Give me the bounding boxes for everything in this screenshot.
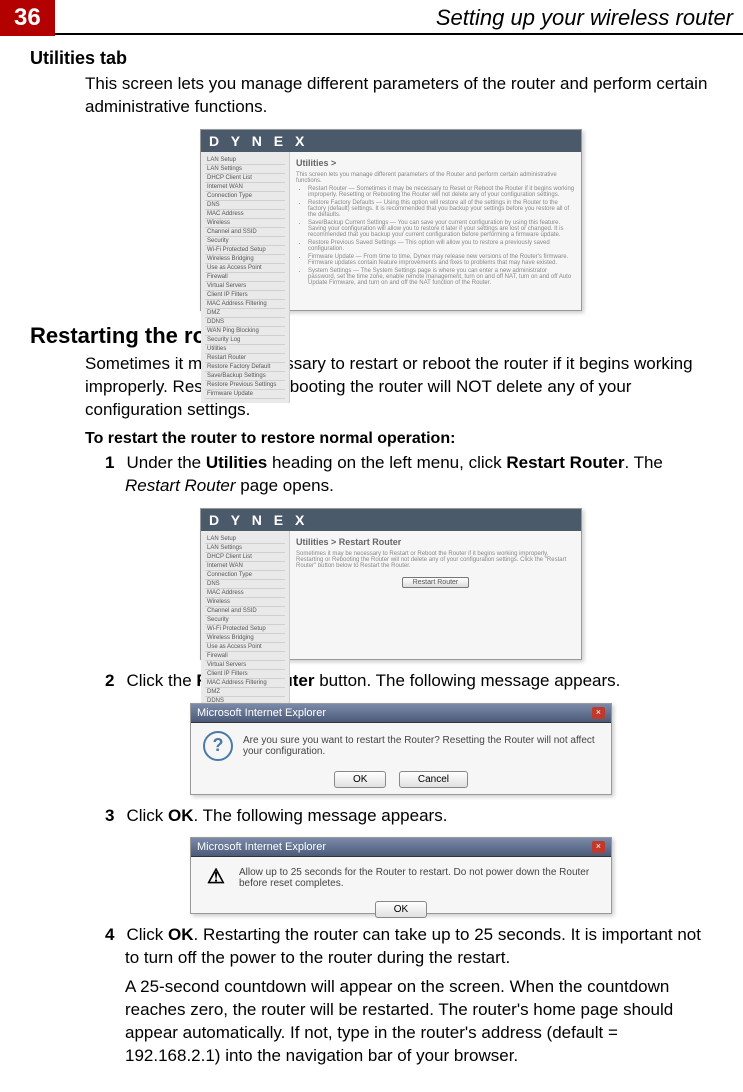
header-title: Setting up your wireless router	[55, 5, 743, 35]
sidebar-item[interactable]: LAN Settings	[205, 544, 285, 553]
sidebar-item[interactable]: Client IP Filters	[205, 291, 285, 300]
screenshot-utilities-page: D Y N E X LAN SetupLAN SettingsDHCP Clie…	[200, 129, 582, 311]
sidebar-item[interactable]: Internet WAN	[205, 183, 285, 192]
sidebar-item[interactable]: DNS	[205, 580, 285, 589]
sidebar-item[interactable]: MAC Address	[205, 210, 285, 219]
utilities-heading: Utilities >	[296, 158, 575, 168]
sidebar-item[interactable]: LAN Settings	[205, 165, 285, 174]
dialog-message: Allow up to 25 seconds for the Router to…	[239, 867, 599, 889]
utilities-intro: This screen lets you manage different pa…	[296, 172, 575, 184]
sidebar-item[interactable]: DHCP Client List	[205, 174, 285, 183]
utilities-bullet: Save/Backup Current Settings — You can s…	[308, 220, 575, 238]
router-sidebar: LAN SetupLAN SettingsDHCP Client ListInt…	[201, 152, 290, 403]
sidebar-item[interactable]: MAC Address Filtering	[205, 300, 285, 309]
sidebar-item[interactable]: Wi-Fi Protected Setup	[205, 625, 285, 634]
section-utilities-tab-body: This screen lets you manage different pa…	[85, 73, 713, 119]
sidebar-item[interactable]: Virtual Servers	[205, 282, 285, 291]
page-header: 36 Setting up your wireless router	[0, 0, 743, 36]
sidebar-item[interactable]: Wireless Bridging	[205, 634, 285, 643]
sidebar-item[interactable]: Client IP Filters	[205, 670, 285, 679]
restart-router-button[interactable]: Restart Router	[402, 577, 470, 588]
dialog-titlebar: Microsoft Internet Explorer ×	[191, 838, 611, 857]
step-3: 3Click OK. The following message appears…	[105, 805, 713, 828]
sidebar-item[interactable]: Internet WAN	[205, 562, 285, 571]
sidebar-item[interactable]: Firewall	[205, 273, 285, 282]
sidebar-item[interactable]: Virtual Servers	[205, 661, 285, 670]
sidebar-item[interactable]: Use as Access Point	[205, 643, 285, 652]
dialog-title-text: Microsoft Internet Explorer	[197, 707, 326, 719]
brand-bar: D Y N E X	[201, 509, 581, 531]
sidebar-item[interactable]: Security	[205, 237, 285, 246]
sidebar-item[interactable]: LAN Setup	[205, 156, 285, 165]
step-4: 4Click OK. Restarting the router can tak…	[105, 924, 713, 1068]
sidebar-item[interactable]: DHCP Client List	[205, 553, 285, 562]
sidebar-item[interactable]: Wireless	[205, 219, 285, 228]
sidebar-item[interactable]: Firewall	[205, 652, 285, 661]
sidebar-item[interactable]: DMZ	[205, 309, 285, 318]
brand-bar: D Y N E X	[201, 130, 581, 152]
sidebar-item[interactable]: Restart Router	[205, 354, 285, 363]
screenshot-restart-router-page: D Y N E X LAN SetupLAN SettingsDHCP Clie…	[200, 508, 582, 660]
restart-router-heading: Utilities > Restart Router	[296, 537, 575, 547]
close-icon[interactable]: ×	[592, 707, 605, 719]
sidebar-item[interactable]: DMZ	[205, 688, 285, 697]
close-icon[interactable]: ×	[592, 841, 605, 853]
sidebar-item[interactable]: LAN Setup	[205, 535, 285, 544]
sidebar-item[interactable]: Wi-Fi Protected Setup	[205, 246, 285, 255]
utilities-bullet: Firmware Update — From time to time, Dyn…	[308, 254, 575, 266]
page-number: 36	[0, 0, 55, 36]
dialog-title-text: Microsoft Internet Explorer	[197, 841, 326, 853]
sidebar-item[interactable]: Restore Factory Default	[205, 363, 285, 372]
cancel-button[interactable]: Cancel	[399, 771, 468, 788]
sidebar-item[interactable]: Security Log	[205, 336, 285, 345]
utilities-bullet: System Settings — The System Settings pa…	[308, 268, 575, 286]
restart-procedure-heading: To restart the router to restore normal …	[85, 430, 713, 448]
utilities-bullet: Restart Router — Sometimes it may be nec…	[308, 186, 575, 198]
screenshot-confirm-dialog: Microsoft Internet Explorer × ? Are you …	[190, 703, 612, 795]
sidebar-item[interactable]: Connection Type	[205, 192, 285, 201]
sidebar-item[interactable]: Wireless	[205, 598, 285, 607]
sidebar-item[interactable]: Restore Previous Settings	[205, 381, 285, 390]
restart-router-body: Sometimes it may be necessary to Restart…	[296, 551, 575, 569]
sidebar-item[interactable]: Security	[205, 616, 285, 625]
warning-icon: ⚠	[203, 865, 229, 891]
sidebar-item[interactable]: MAC Address	[205, 589, 285, 598]
sidebar-item[interactable]: DNS	[205, 201, 285, 210]
dialog-titlebar: Microsoft Internet Explorer ×	[191, 704, 611, 723]
utilities-bullet: Restore Factory Defaults — Using this op…	[308, 200, 575, 218]
dialog-message: Are you sure you want to restart the Rou…	[243, 735, 599, 757]
sidebar-item[interactable]: Wireless Bridging	[205, 255, 285, 264]
ok-button[interactable]: OK	[334, 771, 386, 788]
sidebar-item[interactable]: Firmware Update	[205, 390, 285, 399]
sidebar-item[interactable]: Use as Access Point	[205, 264, 285, 273]
step-4-para2: A 25-second countdown will appear on the…	[125, 976, 713, 1068]
question-icon: ?	[203, 731, 233, 761]
ok-button[interactable]: OK	[375, 901, 427, 918]
sidebar-item[interactable]: Save/Backup Settings	[205, 372, 285, 381]
sidebar-item[interactable]: Connection Type	[205, 571, 285, 580]
sidebar-item[interactable]: DDNS	[205, 318, 285, 327]
utilities-bullet: Restore Previous Saved Settings — This o…	[308, 240, 575, 252]
sidebar-item[interactable]: Channel and SSID	[205, 607, 285, 616]
sidebar-item[interactable]: MAC Address Filtering	[205, 679, 285, 688]
step-1: 1Under the Utilities heading on the left…	[105, 452, 713, 498]
sidebar-item[interactable]: WAN Ping Blocking	[205, 327, 285, 336]
sidebar-item[interactable]: Utilities	[205, 345, 285, 354]
sidebar-item[interactable]: Channel and SSID	[205, 228, 285, 237]
screenshot-info-dialog: Microsoft Internet Explorer × ⚠ Allow up…	[190, 837, 612, 914]
section-utilities-tab-title: Utilities tab	[30, 48, 713, 69]
